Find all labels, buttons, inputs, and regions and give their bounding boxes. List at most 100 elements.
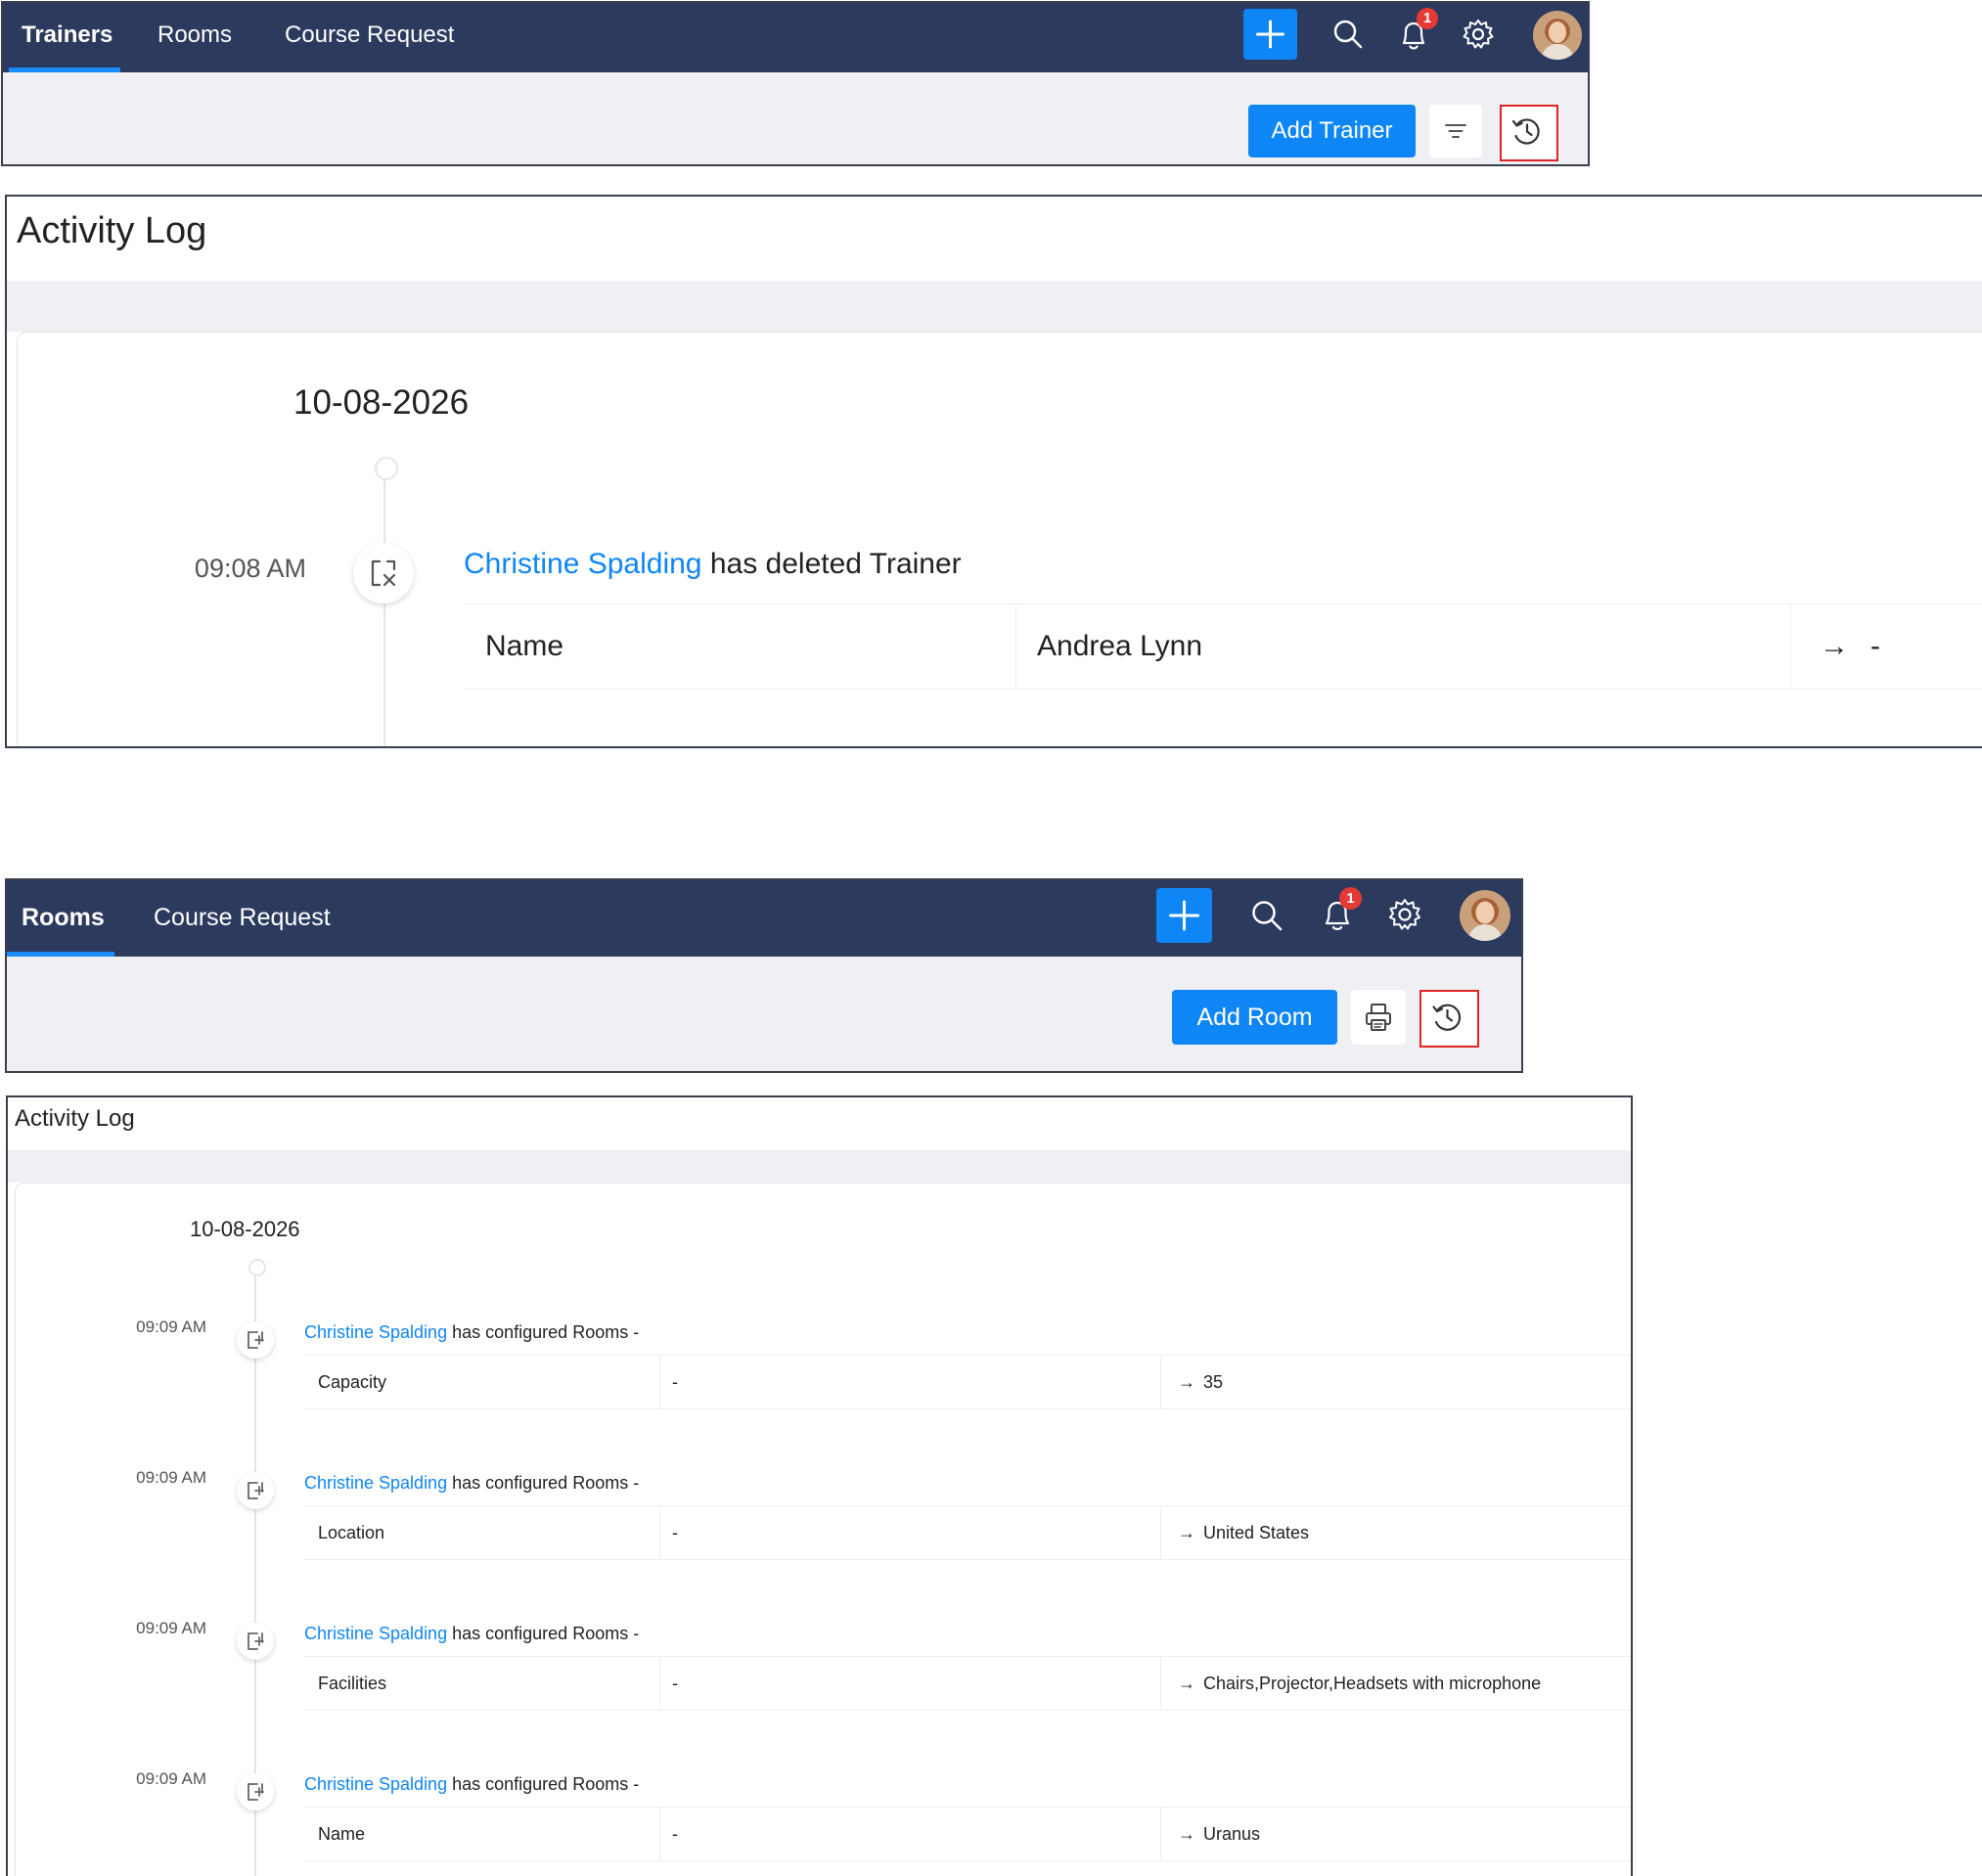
detail-new-value: United States (1203, 1522, 1310, 1542)
timeline-start-dot (375, 457, 398, 480)
rooms-activity-log-panel: Activity Log 10-08-2026 09:09 AM Christi… (6, 1095, 1633, 1876)
entry-action: has configured Rooms - (452, 1624, 640, 1643)
detail-field: Facilities (318, 1673, 387, 1693)
activity-log-band (8, 1150, 1631, 1183)
detail-new-value: Uranus (1203, 1823, 1261, 1844)
configure-add-icon (248, 1783, 264, 1801)
entry-icon-circle (353, 543, 414, 603)
search-icon[interactable] (1331, 18, 1365, 51)
entry-message: Christine Spalding has deleted Trainer (464, 548, 962, 581)
entry-icon-circle (237, 1773, 274, 1810)
trainers-toolbar: Add Trainer (3, 72, 1588, 164)
detail-new-value: Chairs,Projector,Headsets with microphon… (1203, 1673, 1542, 1693)
entry-user-link[interactable]: Christine Spalding (304, 1473, 447, 1493)
detail-field: Capacity (318, 1371, 387, 1392)
entry-message: Christine Spalding has configured Rooms … (304, 1624, 639, 1644)
entry-user-link[interactable]: Christine Spalding (464, 548, 701, 580)
detail-separator (659, 1506, 660, 1559)
detail-field: Name (318, 1823, 366, 1844)
arrow-right-icon: → (1178, 1522, 1195, 1542)
entry-detail-row: Capacity - → 35 (304, 1355, 1631, 1409)
detail-separator (659, 1808, 660, 1860)
rooms-toolbar: Add Room (7, 957, 1521, 1071)
tab-trainers[interactable]: Trainers (22, 22, 113, 49)
entry-time: 09:09 AM (136, 1318, 206, 1336)
detail-old-value: - (672, 1371, 678, 1392)
configure-add-icon (248, 1482, 264, 1499)
detail-separator (1160, 1356, 1161, 1408)
detail-separator (1160, 1657, 1161, 1710)
search-icon[interactable] (1249, 898, 1284, 933)
tab-rooms[interactable]: Rooms (158, 22, 232, 49)
tab-course-request[interactable]: Course Request (285, 22, 454, 49)
detail-separator (1160, 1506, 1161, 1559)
bottom-navbar: Rooms Course Request 1 (7, 880, 1521, 957)
activity-log-band (7, 281, 1982, 332)
entry-time: 09:09 AM (136, 1769, 206, 1788)
print-button[interactable] (1351, 990, 1406, 1045)
arrow-right-icon: → (1178, 1823, 1195, 1844)
arrow-right-icon: → (1178, 1371, 1195, 1392)
user-avatar[interactable] (1533, 11, 1582, 60)
entry-message: Christine Spalding has configured Rooms … (304, 1473, 639, 1494)
quick-add-button[interactable] (1243, 9, 1297, 60)
entry-message: Christine Spalding has configured Rooms … (304, 1322, 639, 1343)
timeline-start-dot (248, 1259, 266, 1276)
arrow-right-icon: → (1178, 1673, 1195, 1693)
tab-rooms[interactable]: Rooms (22, 904, 105, 932)
detail-old-value: - (672, 1673, 678, 1693)
quick-add-button[interactable] (1156, 888, 1212, 943)
gear-icon[interactable] (1462, 18, 1495, 51)
entry-user-link[interactable]: Christine Spalding (304, 1774, 447, 1794)
user-avatar[interactable] (1460, 890, 1510, 941)
detail-separator (1160, 1808, 1161, 1860)
entry-action: has configured Rooms - (452, 1322, 640, 1342)
filter-button[interactable] (1429, 105, 1482, 157)
entry-action: has deleted Trainer (709, 548, 962, 580)
entry-user-link[interactable]: Christine Spalding (304, 1322, 447, 1342)
log-date: 10-08-2026 (190, 1217, 300, 1241)
printer-icon (1366, 1004, 1391, 1031)
entry-time: 09:09 AM (136, 1619, 206, 1637)
activity-log-title: Activity Log (15, 1105, 135, 1132)
tab-course-request[interactable]: Course Request (154, 904, 331, 932)
detail-old-value: Andrea Lynn (1037, 630, 1203, 662)
top-navbar: Trainers Rooms Course Request 1 (3, 3, 1588, 72)
entry-action: has configured Rooms - (452, 1774, 640, 1794)
gear-icon[interactable] (1387, 897, 1422, 932)
trainers-header-panel: Trainers Rooms Course Request 1 Add Trai… (1, 1, 1590, 166)
entry-time: 09:08 AM (194, 554, 306, 583)
activity-log-card: 10-08-2026 09:09 AM Christine Spalding h… (15, 1183, 1631, 1876)
configure-add-icon (248, 1331, 264, 1349)
entry-detail-row: Name - → Uranus (304, 1807, 1631, 1861)
entry-icon-circle (237, 1472, 274, 1509)
rooms-header-panel: Rooms Course Request 1 Add Room (5, 878, 1523, 1073)
entry-icon-circle (237, 1321, 274, 1359)
add-trainer-button[interactable]: Add Trainer (1248, 105, 1416, 157)
trainers-activity-log-panel: Activity Log 10-08-2026 09:08 AM Christi… (5, 195, 1982, 748)
configure-add-icon (248, 1632, 264, 1650)
detail-old-value: - (672, 1522, 678, 1542)
add-room-button[interactable]: Add Room (1172, 990, 1337, 1045)
detail-new-value: - (1870, 630, 1880, 662)
entry-user-link[interactable]: Christine Spalding (304, 1624, 447, 1643)
log-date: 10-08-2026 (293, 383, 470, 422)
entry-detail-row: Name Andrea Lynn → - (464, 603, 1982, 690)
entry-action: has configured Rooms - (452, 1473, 640, 1493)
delete-record-icon (371, 559, 396, 587)
detail-separator (659, 1356, 660, 1408)
arrow-right-icon: → (1820, 630, 1849, 662)
activity-log-button[interactable] (1419, 990, 1479, 1048)
entry-message: Christine Spalding has configured Rooms … (304, 1774, 639, 1795)
detail-separator (1015, 604, 1016, 689)
activity-log-button[interactable] (1500, 105, 1558, 161)
entry-icon-circle (237, 1623, 274, 1660)
history-icon (1432, 1004, 1462, 1031)
activity-log-card: 10-08-2026 09:08 AM Christine Spalding h… (17, 332, 1982, 746)
filter-icon (1445, 124, 1466, 138)
entry-detail-row: Facilities - → Chairs,Projector,Headsets… (304, 1656, 1631, 1711)
detail-separator (1790, 604, 1791, 689)
history-icon (1511, 118, 1540, 145)
entry-detail-row: Location - → United States (304, 1505, 1631, 1560)
entry-time: 09:09 AM (136, 1468, 206, 1487)
